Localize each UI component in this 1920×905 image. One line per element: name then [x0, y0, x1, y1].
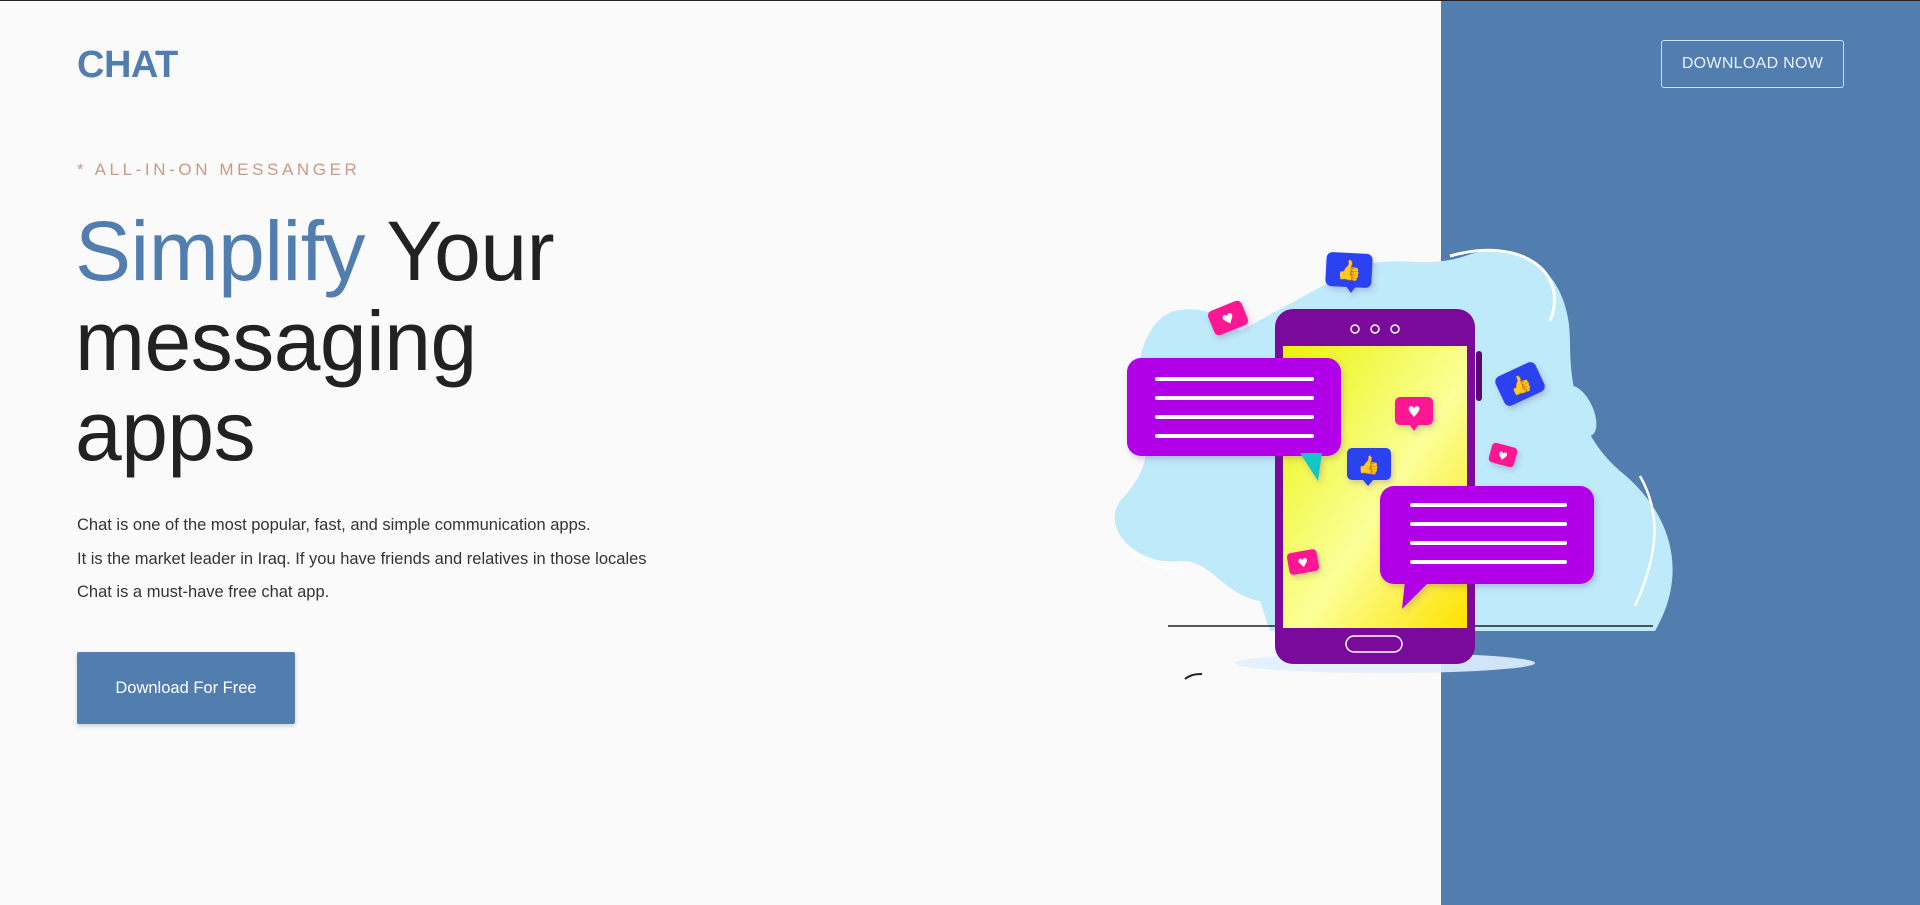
description-line: Chat is one of the most popular, fast, a… [77, 516, 591, 534]
download-now-button[interactable]: DOWNLOAD NOW [1661, 40, 1844, 88]
description-line: Chat is a must-have free chat app. [77, 583, 330, 601]
svg-text:👍: 👍 [1358, 454, 1380, 476]
landing-page: CHAT DOWNLOAD NOW * ALL-IN-ON MESSANGER … [0, 0, 1920, 905]
headline-accent: Simplify [75, 204, 366, 298]
svg-text:👍: 👍 [1337, 258, 1362, 282]
hero-headline: Simplify Your messaging apps [75, 206, 635, 476]
download-for-free-button[interactable]: Download For Free [77, 652, 295, 724]
description-line: It is the market leader in Iraq. If you … [77, 549, 647, 568]
hero-description: Chat is one of the most popular, fast, a… [77, 509, 777, 610]
phone-illustration: 👍 👍 👍 ♥ ♥ ♥ ♥ [1114, 248, 1673, 680]
svg-text:♥: ♥ [1407, 403, 1420, 421]
hero-tagline: * ALL-IN-ON MESSANGER [77, 160, 361, 179]
brand-logo[interactable]: CHAT [77, 43, 178, 87]
